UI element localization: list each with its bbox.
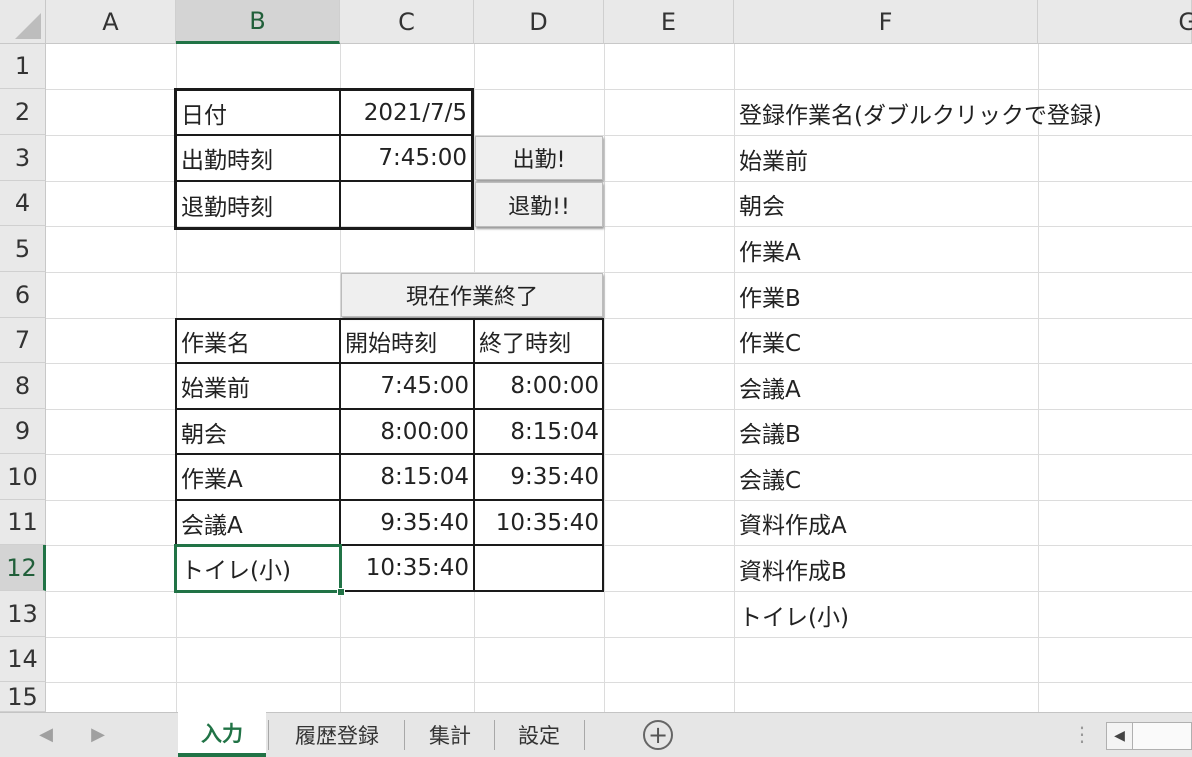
work-log-end[interactable] [475,546,603,590]
row-header-9[interactable]: 9 [0,409,46,454]
tab-separator [268,720,269,750]
gridline [46,637,1192,638]
work-log-end[interactable]: 9:35:40 [475,455,603,499]
task-list-item[interactable]: 会議B [735,410,1037,454]
work-log-task[interactable]: 作業A [177,455,339,499]
row-header-4[interactable]: 4 [0,181,46,226]
scroll-tabs-right-icon[interactable]: ▶ [86,712,110,757]
cell-clockin-value[interactable]: 7:45:00 [341,136,471,180]
work-log-start[interactable]: 8:15:04 [341,455,473,499]
row-header-7[interactable]: 7 [0,318,46,363]
add-sheet-plus-icon[interactable]: + [643,720,673,750]
cell-clockout-value[interactable] [341,182,471,227]
work-log-end[interactable]: 8:00:00 [475,364,603,408]
work-log-task[interactable]: 始業前 [177,364,339,408]
row-header-14[interactable]: 14 [0,637,46,682]
work-log-header-start[interactable]: 開始時刻 [341,320,473,362]
select-all-triangle-icon [15,13,41,39]
work-log-start[interactable]: 8:00:00 [341,410,473,453]
gridline [1038,44,1039,712]
row-header-12[interactable]: 12 [0,545,46,591]
column-header-g-label: G [1178,7,1192,36]
work-log-end[interactable]: 10:35:40 [475,501,603,544]
row-header-6[interactable]: 6 [0,272,46,318]
work-log-start[interactable]: 9:35:40 [341,501,473,544]
task-list-item[interactable]: 作業C [735,319,1037,363]
column-header-e[interactable]: E [604,0,734,44]
cell-clockout-label[interactable]: 退勤時刻 [177,182,339,227]
active-cell-selection[interactable] [174,544,342,593]
row-header-11[interactable]: 11 [0,500,46,545]
work-log-header-end[interactable]: 終了時刻 [475,320,603,362]
row-header-10[interactable]: 10 [0,454,46,500]
task-list-item[interactable]: 会議A [735,364,1037,409]
clock-in-button[interactable]: 出勤! [475,136,603,180]
sheet-tab-history[interactable]: 履歴登録 [270,712,404,757]
work-log-header-task[interactable]: 作業名 [177,320,339,362]
work-log-task[interactable]: 会議A [177,501,339,544]
column-header-g[interactable]: G [1038,0,1192,44]
column-header-c[interactable]: C [340,0,474,44]
tab-separator [584,720,585,750]
cell-clockin-label[interactable]: 出勤時刻 [177,136,339,180]
row-header-1[interactable]: 1 [0,44,46,89]
column-header-b[interactable]: B [176,0,340,44]
row-header-2[interactable]: 2 [0,89,46,135]
tab-separator [404,720,405,750]
select-all-corner[interactable] [0,0,46,44]
splitter-dots-icon[interactable]: ⋮ [1072,722,1092,750]
gridline [46,682,1192,683]
column-header-a[interactable]: A [46,0,176,44]
work-log-task[interactable]: 朝会 [177,410,339,453]
column-header-f[interactable]: F [734,0,1038,44]
task-list-item[interactable]: 始業前 [735,136,1037,181]
cell-date-label[interactable]: 日付 [177,91,339,134]
task-list-item[interactable]: 会議C [735,455,1037,500]
sheet-tab-summary[interactable]: 集計 [406,712,494,757]
row-header-15[interactable]: 15 [0,682,46,712]
work-log-end[interactable]: 8:15:04 [475,410,603,453]
task-list-item[interactable]: 資料作成A [735,501,1037,545]
column-header-d[interactable]: D [474,0,604,44]
task-list-item[interactable]: 作業A [735,227,1037,272]
row-header-3[interactable]: 3 [0,135,46,181]
task-list-item[interactable]: 朝会 [735,182,1037,226]
row-header-8[interactable]: 8 [0,363,46,409]
fill-handle[interactable] [337,588,345,596]
clock-out-button[interactable]: 退勤!! [475,182,603,227]
work-log-start[interactable]: 7:45:00 [341,364,473,408]
task-list-item[interactable]: 作業B [735,273,1037,318]
sheet-tab-settings[interactable]: 設定 [496,712,582,757]
gridline [604,44,605,712]
scroll-tabs-left-icon[interactable]: ◀ [34,712,58,757]
sheet-tab-input[interactable]: 入力 [178,712,266,757]
row-header-13[interactable]: 13 [0,591,46,637]
work-log-start[interactable]: 10:35:40 [341,546,473,590]
finish-task-button[interactable]: 現在作業終了 [341,273,603,317]
task-list-item[interactable]: トイレ(小) [735,592,1037,637]
tab-separator [494,720,495,750]
scroll-left-arrow-icon[interactable]: ◀ [1107,723,1133,749]
row-header-5[interactable]: 5 [0,226,46,272]
cell-date-value[interactable]: 2021/7/5 [341,91,471,134]
task-list-header[interactable]: 登録作業名(ダブルクリックで登録) [735,90,1192,135]
task-list-item[interactable]: 資料作成B [735,546,1037,591]
